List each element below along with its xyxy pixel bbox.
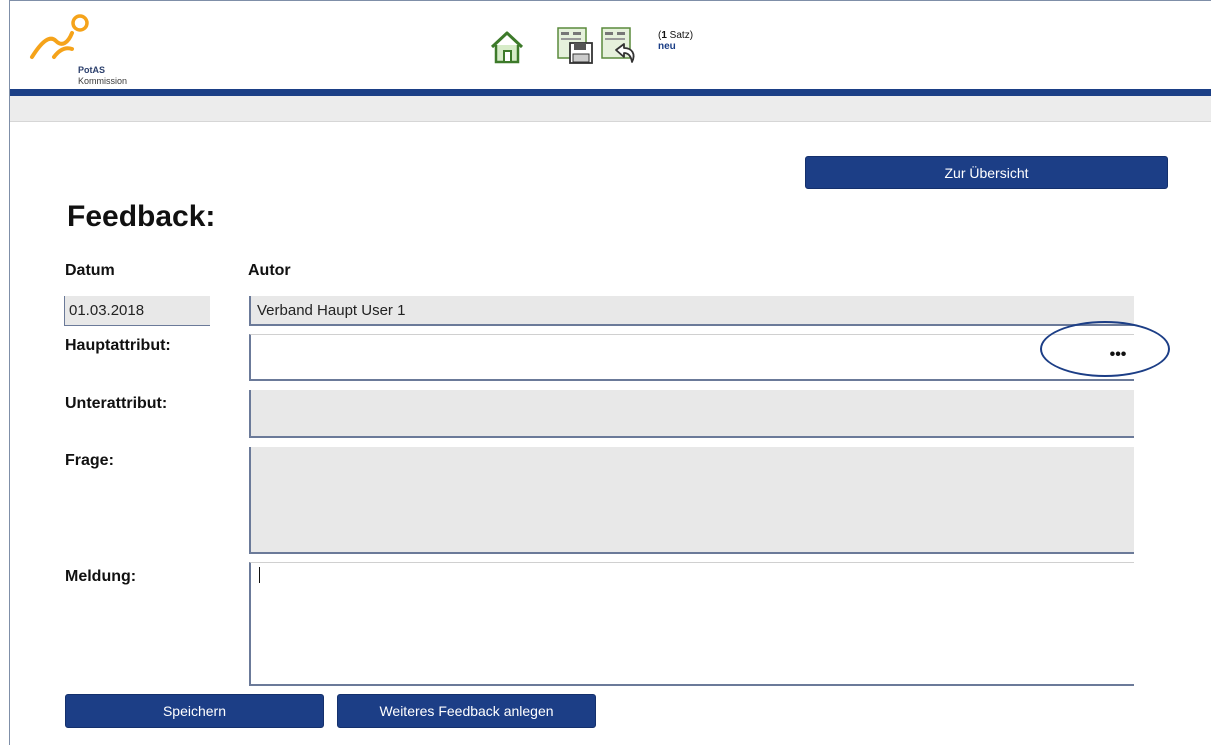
- autor-field: Verband Haupt User 1: [249, 296, 1134, 326]
- frage-field: [249, 447, 1134, 554]
- overview-button[interactable]: Zur Übersicht: [805, 156, 1168, 189]
- unterattribut-label: Unterattribut:: [65, 395, 168, 412]
- undo-record-button[interactable]: [600, 26, 640, 66]
- logo-title: PotAS: [78, 65, 105, 75]
- datum-field: 01.03.2018: [64, 296, 210, 326]
- meldung-label: Meldung:: [65, 568, 137, 585]
- hauptattribut-field[interactable]: [249, 334, 1134, 381]
- save-record-button[interactable]: [556, 26, 596, 66]
- record-count: (1 Satz): [658, 30, 693, 41]
- record-count-suffix: Satz): [666, 30, 694, 41]
- logo-subtitle: Kommission: [78, 76, 128, 86]
- autor-label: Autor: [248, 262, 291, 279]
- frage-label: Frage:: [65, 452, 114, 469]
- record-status: neu: [658, 41, 676, 52]
- save-button[interactable]: Speichern: [65, 694, 324, 728]
- datum-label: Datum: [65, 262, 115, 279]
- unterattribut-field: [249, 390, 1134, 438]
- home-button[interactable]: [489, 29, 525, 65]
- home-icon: [490, 31, 524, 64]
- text-cursor: [259, 567, 260, 583]
- undo-record-icon: [601, 27, 635, 63]
- potas-logo: PotAS Kommission: [28, 13, 168, 86]
- app-frame: PotAS Kommission (1 Satz) neu Zur Übersi…: [9, 0, 1211, 745]
- hauptattribut-label: Hauptattribut:: [65, 337, 171, 354]
- meldung-textarea[interactable]: [249, 562, 1134, 686]
- subheader-bar: [10, 96, 1211, 122]
- add-feedback-button[interactable]: Weiteres Feedback anlegen: [337, 694, 596, 728]
- save-record-icon: [557, 27, 593, 64]
- hauptattribut-lookup-button[interactable]: •••: [1104, 344, 1132, 366]
- header: PotAS Kommission (1 Satz) neu: [10, 1, 1211, 89]
- header-divider: [10, 89, 1211, 96]
- page-title: Feedback:: [67, 200, 216, 233]
- potas-logo-icon: [30, 14, 89, 59]
